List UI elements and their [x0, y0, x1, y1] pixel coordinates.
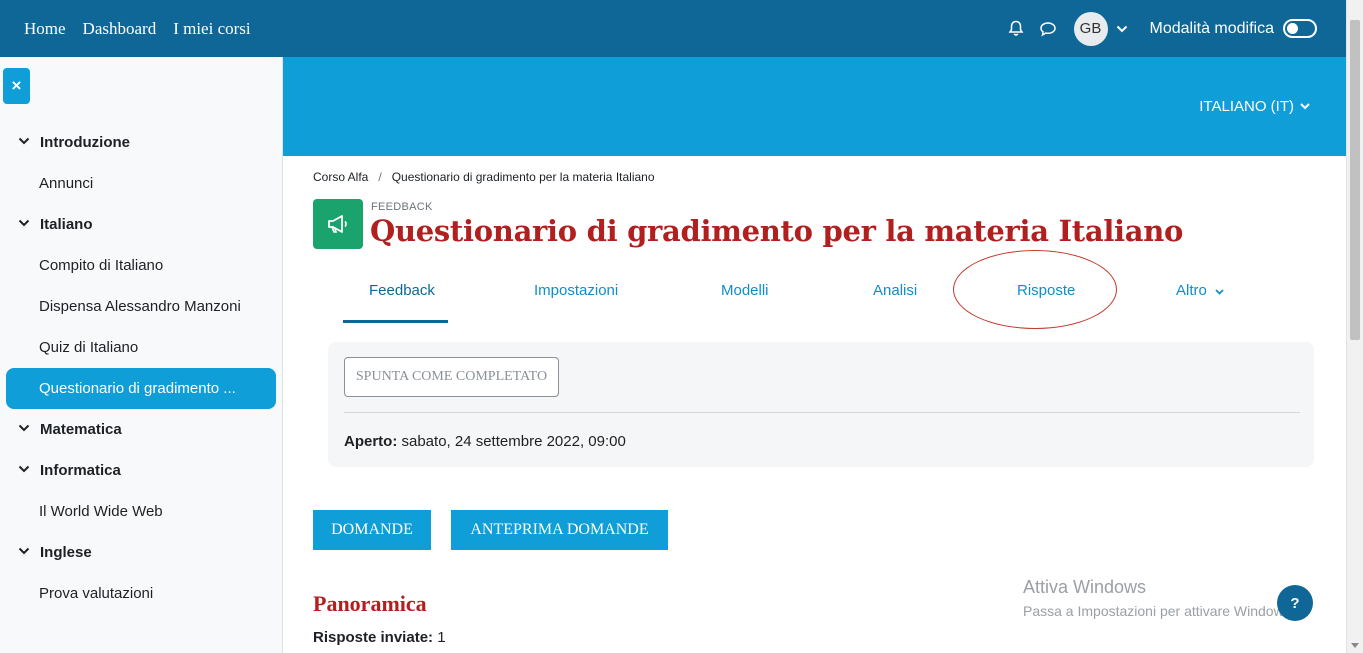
chevron-down-icon[interactable]: [18, 424, 30, 436]
vertical-scrollbar[interactable]: [1346, 0, 1363, 653]
chevron-down-icon[interactable]: [18, 547, 30, 559]
responses-value: 1: [433, 629, 446, 646]
activity-link-annunci[interactable]: Annunci: [39, 175, 93, 192]
scroll-down-arrow-icon[interactable]: [1351, 643, 1359, 648]
tab-analisi[interactable]: Analisi: [873, 282, 917, 299]
open-date-value: sabato, 24 settembre 2022, 09:00: [397, 433, 626, 450]
chevron-down-icon[interactable]: [18, 219, 30, 231]
close-drawer-button[interactable]: ×: [3, 68, 30, 104]
activity-link-prova-valutazioni[interactable]: Prova valutazioni: [39, 585, 153, 602]
language-menu[interactable]: ITALIANO (IT): [1199, 98, 1310, 115]
questions-button[interactable]: DOMANDE: [313, 510, 431, 550]
tab-risposte[interactable]: Risposte: [1017, 282, 1075, 299]
tab-altro[interactable]: Altro: [1176, 282, 1224, 299]
nav-my-courses[interactable]: I miei corsi: [173, 19, 250, 39]
edit-mode-toggle[interactable]: [1283, 19, 1317, 38]
responses-label: Risposte inviate:: [313, 629, 434, 646]
section-inglese[interactable]: Inglese: [18, 544, 92, 561]
course-header-banner: ITALIANO (IT): [283, 57, 1346, 156]
bell-icon[interactable]: [1006, 19, 1026, 39]
section-label: Italiano: [40, 216, 93, 233]
top-navbar: Home Dashboard I miei corsi GB Modalità …: [0, 0, 1363, 57]
language-label: ITALIANO (IT): [1199, 98, 1294, 115]
breadcrumb-separator: /: [378, 170, 382, 184]
section-label: Matematica: [40, 421, 122, 438]
section-matematica[interactable]: Matematica: [18, 421, 122, 438]
section-introduzione[interactable]: Introduzione: [18, 134, 130, 151]
section-label: Informatica: [40, 462, 121, 479]
edit-mode-label: Modalità modifica: [1149, 19, 1275, 37]
nav-dashboard[interactable]: Dashboard: [83, 19, 157, 39]
breadcrumb-course-link[interactable]: Corso Alfa: [313, 170, 368, 184]
activity-link-compito[interactable]: Compito di Italiano: [39, 257, 163, 274]
section-informatica[interactable]: Informatica: [18, 462, 121, 479]
scrollbar-thumb[interactable]: [1350, 20, 1360, 340]
chat-bubble-icon[interactable]: [1038, 19, 1058, 39]
section-italiano[interactable]: Italiano: [18, 216, 93, 233]
chevron-down-icon[interactable]: [18, 137, 30, 149]
tab-altro-label: Altro: [1176, 282, 1207, 299]
breadcrumb: Corso Alfa / Questionario di gradimento …: [313, 170, 655, 184]
preview-questions-button[interactable]: ANTEPRIMA DOMANDE: [451, 510, 668, 550]
overview-heading: Panoramica: [313, 591, 427, 616]
chevron-down-icon: [1300, 103, 1310, 110]
mark-as-done-button[interactable]: SPUNTA COME COMPLETATO: [344, 357, 559, 397]
secondary-navigation-tabs: Feedback Impostazioni Modelli Analisi Ri…: [313, 270, 1313, 323]
tab-modelli[interactable]: Modelli: [721, 282, 769, 299]
activity-completion-panel: SPUNTA COME COMPLETATO Aperto: sabato, 2…: [328, 342, 1314, 467]
activity-link-questionario-active[interactable]: Questionario di gradimento ...: [6, 368, 276, 409]
windows-activation-watermark: Attiva Windows Passa a Impostazioni per …: [1023, 577, 1295, 619]
activity-link-quiz[interactable]: Quiz di Italiano: [39, 339, 138, 356]
user-controls: GB Modalità modifica: [1006, 0, 1317, 57]
megaphone-icon: [313, 199, 363, 249]
open-date-label: Aperto:: [344, 433, 398, 450]
question-mark-icon: ?: [1290, 594, 1300, 612]
nav-home[interactable]: Home: [24, 19, 66, 39]
close-icon: ×: [11, 76, 22, 95]
activity-link-world-wide-web[interactable]: Il World Wide Web: [39, 503, 163, 520]
tab-feedback[interactable]: Feedback: [369, 282, 435, 299]
watermark-subtitle: Passa a Impostazioni per attivare Window…: [1023, 603, 1295, 619]
user-avatar[interactable]: GB: [1073, 11, 1108, 46]
watermark-title: Attiva Windows: [1023, 577, 1147, 597]
breadcrumb-current[interactable]: Questionario di gradimento per la materi…: [392, 170, 655, 184]
chevron-down-icon: [1215, 289, 1224, 295]
primary-navigation: Home Dashboard I miei corsi: [24, 19, 268, 39]
course-index-drawer: × Introduzione Annunci Italiano Compito …: [0, 57, 283, 653]
tab-impostazioni[interactable]: Impostazioni: [534, 282, 618, 299]
active-tab-indicator: [343, 320, 448, 323]
chevron-down-icon[interactable]: [1116, 22, 1130, 36]
section-label: Introduzione: [40, 134, 130, 151]
page-title: Questionario di gradimento per la materi…: [370, 214, 1184, 248]
chevron-down-icon[interactable]: [18, 465, 30, 477]
activity-link-dispensa[interactable]: Dispensa Alessandro Manzoni: [39, 298, 241, 315]
responses-count: Risposte inviate: 1: [313, 629, 446, 646]
activity-type-label: FEEDBACK: [371, 201, 433, 213]
help-button[interactable]: ?: [1277, 585, 1313, 621]
divider: [344, 412, 1300, 413]
section-label: Inglese: [40, 544, 92, 561]
toggle-knob: [1287, 23, 1298, 34]
open-date: Aperto: sabato, 24 settembre 2022, 09:00: [344, 433, 626, 450]
